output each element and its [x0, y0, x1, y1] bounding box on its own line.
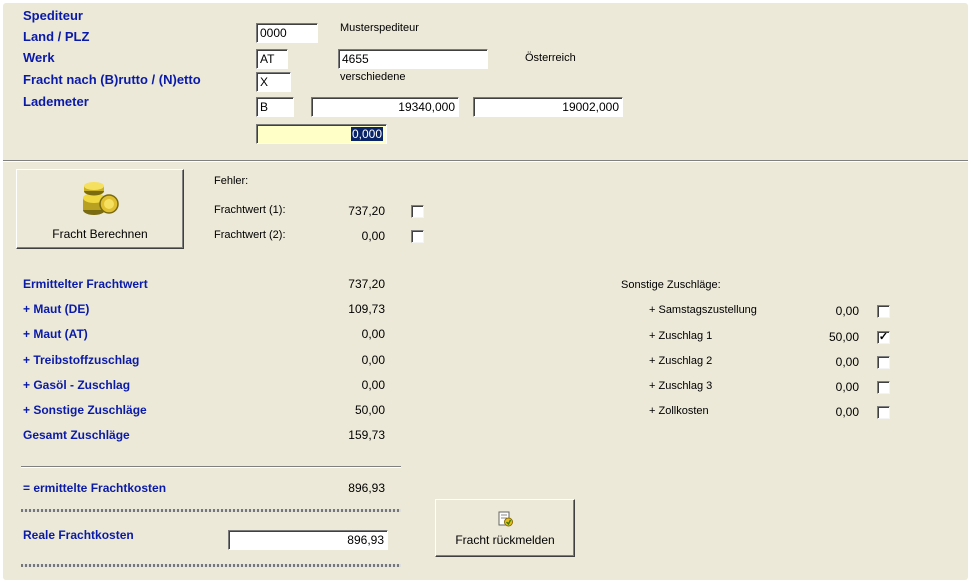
zollkosten-value: 0,00: [835, 405, 859, 419]
fracht-berechnen-button[interactable]: Fracht Berechnen: [16, 169, 184, 249]
lademeter-label: Lademeter: [23, 94, 89, 109]
werk-label: Werk: [23, 50, 55, 65]
werk-code-field[interactable]: X: [256, 72, 291, 92]
spediteur-label: Spediteur: [23, 8, 83, 23]
land-plz-label: Land / PLZ: [23, 29, 90, 44]
zollkosten-checkbox[interactable]: [877, 406, 890, 419]
fracht-mode-field[interactable]: B: [256, 97, 294, 117]
maut-at-label: + Maut (AT): [23, 327, 88, 341]
zollkosten-label: + Zollkosten: [649, 405, 709, 417]
zuschlag3-label: + Zuschlag 3: [649, 380, 713, 392]
gesamt-zuschlaege-label: Gesamt Zuschläge: [23, 428, 130, 442]
zuschlag2-checkbox[interactable]: [877, 356, 890, 369]
treibstoffzuschlag-label: + Treibstoffzuschlag: [23, 353, 140, 367]
ermittelte-frachtkosten-value: 896,93: [348, 481, 385, 495]
gasoel-zuschlag-value: 0,00: [361, 378, 385, 392]
zuschlag2-value: 0,00: [835, 355, 859, 369]
sonstige-zuschlaege-label: + Sonstige Zuschläge: [23, 403, 147, 417]
country-name: Österreich: [525, 52, 576, 64]
zuschlag1-value: 50,00: [828, 330, 859, 344]
reale-frachtkosten-label: Reale Frachtkosten: [23, 528, 134, 542]
ermittelter-frachtwert-label: Ermittelter Frachtwert: [23, 277, 148, 291]
frachtwert1-checkbox[interactable]: [411, 205, 424, 218]
frachtwert2-checkbox[interactable]: [411, 230, 424, 243]
reale-frachtkosten-field[interactable]: 896,93: [228, 530, 388, 550]
treibstoffzuschlag-value: 0,00: [361, 353, 385, 367]
sonstige-zuschlaege-value: 50,00: [354, 403, 385, 417]
zuschlag1-label: + Zuschlag 1: [649, 330, 713, 342]
coins-icon: [83, 182, 119, 215]
zuschlag3-value: 0,00: [835, 380, 859, 394]
summary-separator-light: [21, 467, 401, 468]
brutto-field[interactable]: 19340,000: [311, 97, 459, 117]
fracht-rueckmelden-button[interactable]: Fracht rückmelden: [435, 499, 575, 557]
samstag-label: + Samstagszustellung: [649, 304, 757, 316]
fracht-rueckmelden-label: Fracht rückmelden: [455, 533, 555, 547]
double-rule-bottom: [21, 564, 401, 567]
zuschlag1-checkbox[interactable]: ✓: [877, 331, 890, 344]
lademeter-field[interactable]: 0,000: [256, 124, 387, 144]
zuschlag3-checkbox[interactable]: [877, 381, 890, 394]
samstag-value: 0,00: [835, 304, 859, 318]
double-rule-top: [21, 509, 401, 512]
lademeter-selection: 0,000: [350, 127, 383, 141]
freight-panel: Spediteur Land / PLZ Werk Fracht nach (B…: [3, 3, 968, 580]
ermittelte-frachtkosten-label: = ermittelte Frachtkosten: [23, 481, 167, 495]
land-field[interactable]: AT: [256, 49, 288, 69]
werk-name: verschiedene: [340, 71, 406, 83]
frachtwert1-value: 737,20: [348, 204, 385, 218]
fracht-berechnen-label: Fracht Berechnen: [52, 227, 148, 241]
sonstige-title: Sonstige Zuschläge:: [621, 279, 721, 291]
spediteur-code-field[interactable]: 0000: [256, 23, 318, 43]
gasoel-zuschlag-label: + Gasöl - Zuschlag: [23, 378, 131, 392]
zuschlag2-label: + Zuschlag 2: [649, 355, 713, 367]
header-separator-light: [3, 161, 968, 162]
maut-de-value: 109,73: [348, 302, 385, 316]
samstag-checkbox[interactable]: [877, 305, 890, 318]
report-icon: [498, 511, 513, 527]
frachtwert2-value: 0,00: [361, 229, 385, 243]
frachtwert2-label: Frachtwert (2):: [214, 229, 286, 241]
frachtwert1-label: Frachtwert (1):: [214, 204, 286, 216]
spediteur-name: Musterspediteur: [340, 22, 419, 34]
maut-de-label: + Maut (DE): [23, 302, 90, 316]
fehler-label: Fehler:: [214, 175, 249, 187]
netto-field[interactable]: 19002,000: [473, 97, 623, 117]
maut-at-value: 0,00: [361, 327, 385, 341]
ermittelter-frachtwert-value: 737,20: [348, 277, 385, 291]
fracht-label: Fracht nach (B)rutto / (N)etto: [23, 72, 201, 87]
gesamt-zuschlaege-value: 159,73: [348, 428, 385, 442]
plz-field[interactable]: 4655: [338, 49, 488, 69]
